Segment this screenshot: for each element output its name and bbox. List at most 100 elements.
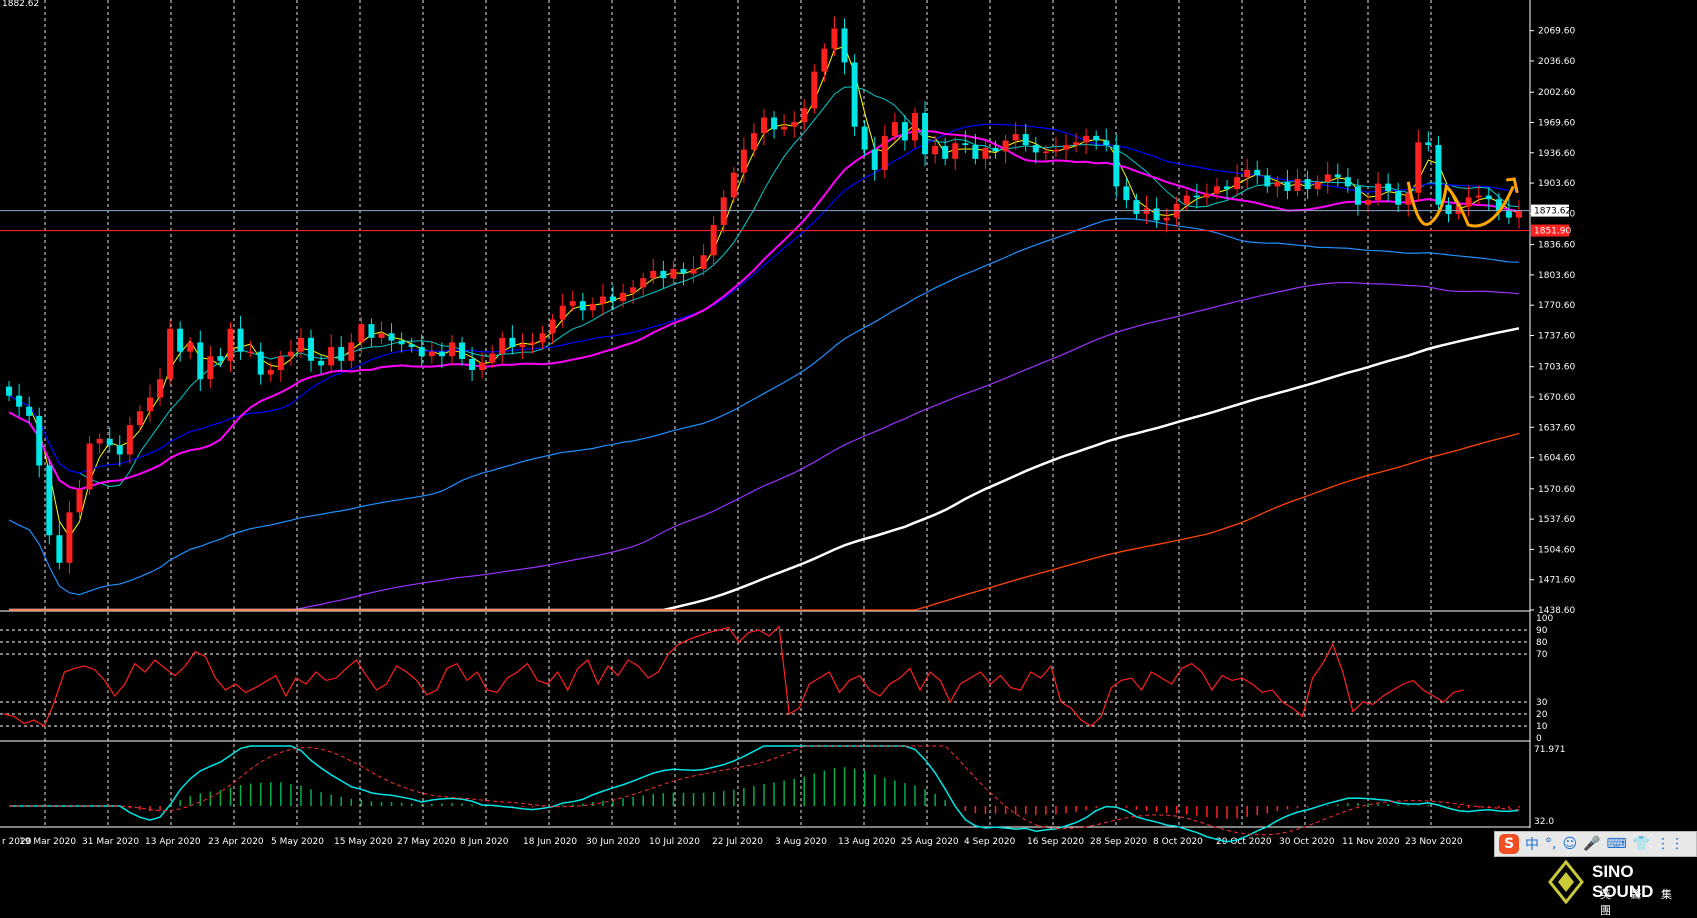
candle-body [338, 347, 345, 361]
chart-window[interactable]: r 2020 19 Mar 2020 31 Mar 2020 13 Apr 2020 2… [0, 0, 1697, 910]
osc-tick-label: 20 [1536, 710, 1548, 720]
date-tick-label: 30 Oct 2020 [1279, 837, 1335, 847]
candle-body [448, 342, 455, 357]
osc-tick-label: 0 [1536, 734, 1542, 744]
candle-body [942, 145, 949, 159]
date-tick-label: 13 Apr 2020 [145, 837, 201, 847]
candle-body [640, 278, 647, 288]
candle-body [378, 333, 385, 338]
candle-body [348, 342, 355, 361]
date-tick-label: 4 Sep 2020 [964, 837, 1016, 847]
candle-body [328, 347, 335, 366]
moving-average-line-5 [8, 218, 1519, 596]
candle-body [126, 425, 133, 455]
osc-tick-label: 70 [1536, 650, 1548, 660]
date-tick-label: 22 Jul 2020 [712, 837, 763, 847]
candle-body [267, 370, 274, 375]
candle-body [539, 333, 546, 343]
candle-body [992, 147, 999, 152]
candle-body [36, 415, 43, 466]
price-tick-label: 1803.60 [1538, 271, 1575, 281]
macd-top-label: 71.971 [1534, 745, 1566, 755]
oscillator-line [3, 625, 1464, 727]
candle-body [901, 122, 908, 141]
candle-body [660, 270, 667, 279]
ime-emoji-icon[interactable]: ☺ [1562, 836, 1577, 852]
candle-body [620, 292, 627, 302]
price-tick-label: 1737.60 [1538, 331, 1575, 341]
candle-body [358, 324, 365, 343]
ime-punctuation-button[interactable]: °, [1545, 836, 1556, 852]
candle-body [1032, 145, 1039, 153]
candle-body [972, 145, 979, 159]
candle-body [559, 305, 566, 320]
price-tick-label: 1637.60 [1538, 423, 1575, 433]
candle-body [1465, 197, 1472, 207]
price-tick-label: 1703.60 [1538, 363, 1575, 373]
candle-body [1113, 145, 1120, 187]
candle-body [297, 337, 304, 352]
candle-body [1143, 208, 1150, 214]
price-tick-label: 1604.60 [1538, 454, 1575, 464]
date-tick-label: 10 Jul 2020 [649, 837, 700, 847]
candle-body [46, 465, 53, 536]
candle-body [96, 438, 103, 444]
price-tick-label: 1836.60 [1538, 241, 1575, 251]
price-tick-label: 1903.60 [1538, 179, 1575, 189]
ime-grid-icon[interactable]: ⋮⋮ [1656, 836, 1684, 852]
osc-tick-label: 100 [1536, 614, 1553, 624]
chart-canvas[interactable]: r 202019 Mar 2020 31 Mar 2020 13 Apr 2020 2… [0, 0, 1697, 910]
candle-body [257, 351, 264, 375]
candle-body [1344, 177, 1351, 187]
candle-body [509, 337, 516, 348]
candle-body [599, 296, 606, 304]
ime-voice-icon[interactable]: 🎤 [1583, 836, 1600, 852]
candle-body [6, 386, 13, 396]
candle-body [519, 344, 526, 348]
candle-body [1445, 204, 1452, 214]
candle-body [308, 337, 315, 361]
date-tick-label: 3 Aug 2020 [775, 837, 827, 847]
candle-body [730, 172, 737, 198]
ime-keyboard-icon[interactable]: ⌨ [1607, 836, 1627, 852]
candle-body [610, 296, 617, 302]
price-tick-label: 1936.60 [1538, 149, 1575, 159]
price-tick-label: 1504.60 [1538, 545, 1575, 555]
osc-tick-label: 80 [1536, 638, 1548, 648]
date-tick-label: 8 Oct 2020 [1153, 837, 1203, 847]
candle-body [690, 269, 697, 274]
candle-body [1123, 186, 1130, 201]
candle-body [680, 269, 687, 274]
candle-body [710, 224, 717, 256]
candle-body [237, 328, 244, 352]
candle-body [750, 133, 757, 150]
candle-body [227, 328, 234, 361]
candle-body [922, 112, 929, 155]
osc-tick-label: 90 [1536, 626, 1548, 636]
ime-toolbar[interactable]: S 中 °, ☺ 🎤 ⌨ 👕 ⋮⋮ [1494, 831, 1697, 857]
candle-body [459, 342, 466, 359]
candle-body [106, 438, 113, 446]
candle-body [821, 48, 828, 72]
candle-body [116, 445, 123, 455]
date-tick-label: 27 May 2020 [397, 837, 456, 847]
osc-tick-label: 10 [1536, 722, 1548, 732]
ime-logo-icon[interactable]: S [1499, 834, 1519, 854]
price-tick-label: 1670.60 [1538, 393, 1575, 403]
candle-body [277, 356, 284, 371]
ime-skin-icon[interactable]: 👕 [1633, 836, 1650, 852]
candle-body [1062, 145, 1069, 150]
ime-chinese-mode-button[interactable]: 中 [1525, 834, 1539, 854]
candle-body [1254, 169, 1261, 176]
candle-body [1022, 134, 1029, 146]
candle-body [418, 347, 425, 357]
candle-body [579, 301, 586, 311]
candle-body [740, 149, 747, 173]
candle-body [529, 342, 536, 345]
candle-body [569, 301, 576, 306]
price-tick-label: 1471.60 [1538, 576, 1575, 586]
macd-bottom-label: 32.0 [1534, 817, 1554, 827]
candle-body [368, 324, 375, 338]
candle-body [1294, 179, 1301, 191]
candle-body [1314, 181, 1321, 190]
